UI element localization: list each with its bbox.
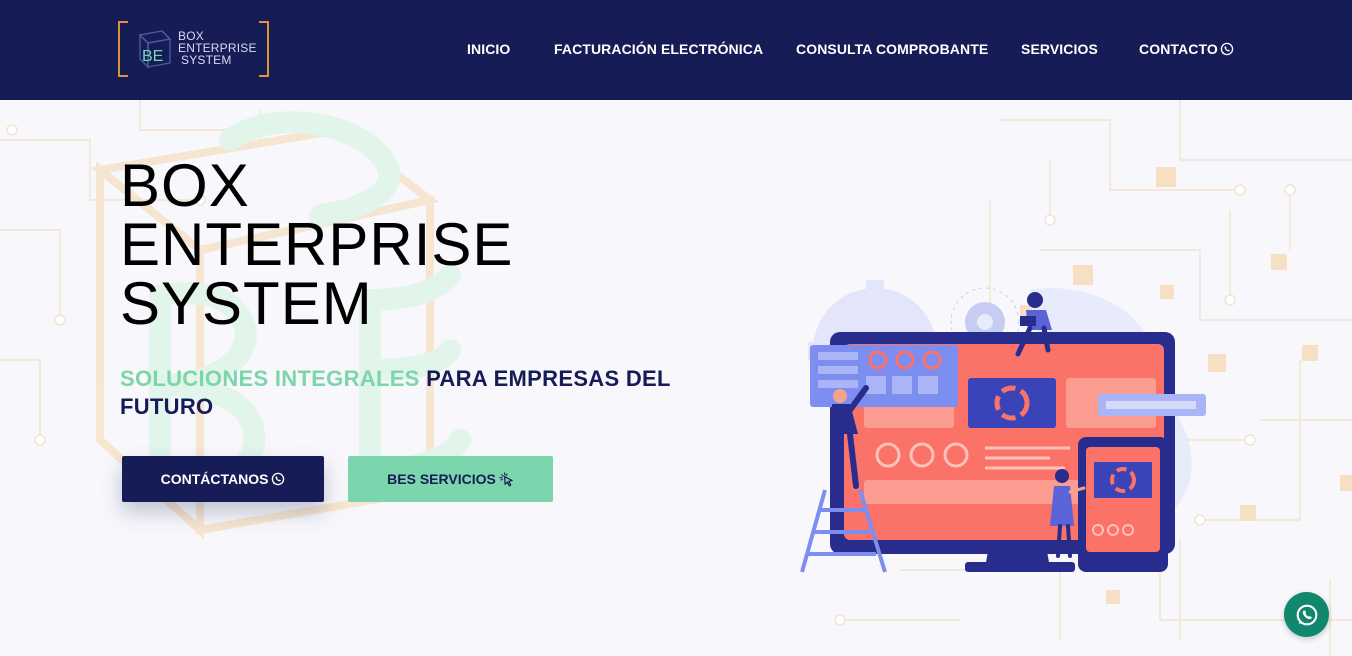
nav-item-servicios[interactable]: SERVICIOS [1021,40,1098,58]
cursor-click-icon [499,471,513,486]
services-button-label: BES SERVICIOS [387,471,496,487]
hero-illustration [800,280,1206,573]
service-card-3 [690,640,945,656]
nav-item-inicio[interactable]: INICIO [467,40,510,58]
logo-line-3: SYSTEM [181,53,232,67]
hero-title-line-2: ENTERPRISE [120,211,514,278]
logo-bracket-left [118,21,128,77]
contact-button[interactable]: CONTÁCTANOS [122,456,324,502]
hero-subtitle: SOLUCIONES INTEGRALES PARA EMPRESAS DEL … [120,365,700,421]
hero-title-line-3: SYSTEM [120,270,373,337]
hero-subtitle-highlight: SOLUCIONES INTEGRALES [120,366,420,391]
whatsapp-icon [1296,604,1317,625]
hero-title: BOX ENTERPRISE SYSTEM [120,152,514,337]
nav-item-facturacion-electronica[interactable]: FACTURACIÓN ELECTRÓNICA [554,40,763,58]
hero-title-line-1: BOX [120,152,250,219]
hero-section: BOX ENTERPRISE SYSTEM SOLUCIONES INTEGRA… [0,100,1352,656]
nav-item-contacto-label: CONTACTO [1139,41,1218,57]
service-card-2 [405,640,660,656]
logo-bracket-right [259,21,269,77]
logo-text: BOX ENTERPRISE SYSTEM [178,30,264,66]
logo-letter-b: BE [142,48,163,65]
logo-cube-icon: BE [138,30,172,69]
top-navigation-bar: BE BOX ENTERPRISE SYSTEM INICIO FACTURAC… [0,0,1352,100]
whatsapp-icon [1220,42,1234,56]
nav-item-consulta-comprobante[interactable]: CONSULTA COMPROBANTE [796,40,988,58]
whatsapp-icon [272,472,285,486]
contact-button-label: CONTÁCTANOS [160,471,269,487]
brand-logo[interactable]: BE BOX ENTERPRISE SYSTEM [118,21,273,78]
whatsapp-floating-button[interactable] [1284,592,1329,637]
nav-item-contacto[interactable]: CONTACTO [1139,40,1234,58]
services-button[interactable]: BES SERVICIOS [348,456,553,502]
service-card-1 [120,640,375,656]
service-card-4 [975,640,1230,656]
